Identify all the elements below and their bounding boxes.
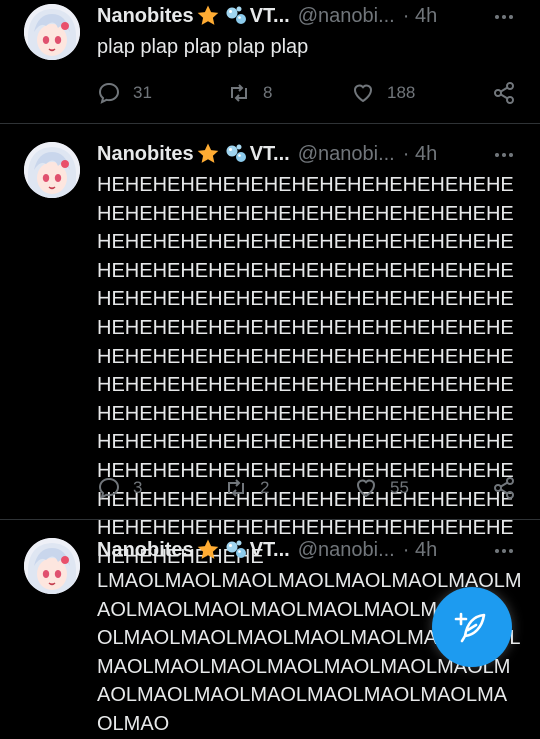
share-button[interactable]: [492, 81, 516, 105]
display-name-suffix: VT...: [249, 538, 290, 561]
like-count: 188: [387, 83, 416, 102]
repost-icon: [231, 84, 247, 102]
reply-count: 3: [133, 478, 143, 497]
reply-icon: [98, 477, 120, 499]
bubbles-icon: [226, 540, 246, 558]
display-name-suffix: VT...: [249, 4, 290, 27]
post-time[interactable]: · 4h: [403, 539, 437, 562]
avatar[interactable]: [24, 538, 80, 594]
display-name[interactable]: Nanobites VT...: [97, 142, 290, 166]
reply-button[interactable]: 3: [97, 476, 224, 500]
share-icon: [494, 82, 514, 104]
feather-plus-icon: [454, 612, 486, 643]
post[interactable]: Nanobites VT... @nanobi... · 4h HEHEHEHE…: [0, 124, 540, 568]
repost-icon: [228, 479, 244, 497]
post-time[interactable]: · 4h: [403, 143, 437, 166]
like-button[interactable]: 188: [351, 81, 481, 105]
more-options-icon[interactable]: [494, 544, 514, 558]
repost-count: 8: [263, 83, 273, 102]
compose-post-button[interactable]: [432, 587, 512, 667]
like-button[interactable]: 55: [354, 476, 484, 500]
heart-icon: [353, 84, 373, 103]
like-count: 55: [390, 478, 409, 497]
reply-count: 31: [133, 83, 152, 102]
display-name-text: Nanobites: [97, 538, 194, 561]
post-header: Nanobites VT... @nanobi... · 4h: [97, 536, 520, 564]
avatar[interactable]: [24, 142, 80, 198]
more-options-icon[interactable]: [494, 10, 514, 24]
display-name-text: Nanobites: [97, 4, 194, 27]
share-button[interactable]: [492, 476, 516, 500]
reply-icon: [98, 82, 120, 104]
star-icon: [197, 5, 218, 25]
avatar[interactable]: [24, 4, 80, 60]
post-text: plap plap plap plap plap: [97, 36, 309, 58]
bubbles-icon: [226, 144, 246, 162]
repost-button[interactable]: 2: [224, 476, 354, 500]
post-text: HEHEHEHEHEHEHEHEHEHEHEHEHEHEHEHEHEHEHEHE…: [97, 174, 514, 568]
post-actions: 31 8 188: [97, 79, 516, 107]
display-name[interactable]: Nanobites VT...: [97, 4, 290, 28]
more-options-icon[interactable]: [494, 148, 514, 162]
post-actions: 3 2 55: [97, 474, 516, 502]
reply-button[interactable]: 31: [97, 81, 227, 105]
repost-button[interactable]: 8: [227, 81, 351, 105]
heart-icon: [356, 479, 376, 498]
display-name[interactable]: Nanobites VT...: [97, 538, 290, 562]
post-header: Nanobites VT... @nanobi... · 4h: [97, 2, 520, 30]
bubbles-icon: [226, 6, 246, 24]
post[interactable]: Nanobites VT... @nanobi... · 4h plap pla…: [0, 0, 540, 124]
display-name-suffix: VT...: [249, 142, 290, 165]
share-icon: [494, 477, 514, 499]
star-icon: [197, 539, 218, 559]
user-handle[interactable]: @nanobi...: [298, 143, 395, 166]
user-handle[interactable]: @nanobi...: [298, 539, 395, 562]
display-name-text: Nanobites: [97, 142, 194, 165]
user-handle[interactable]: @nanobi...: [298, 5, 395, 28]
post-header: Nanobites VT... @nanobi... · 4h: [97, 140, 520, 168]
post-time[interactable]: · 4h: [403, 5, 437, 28]
star-icon: [197, 143, 218, 163]
repost-count: 2: [260, 478, 270, 497]
